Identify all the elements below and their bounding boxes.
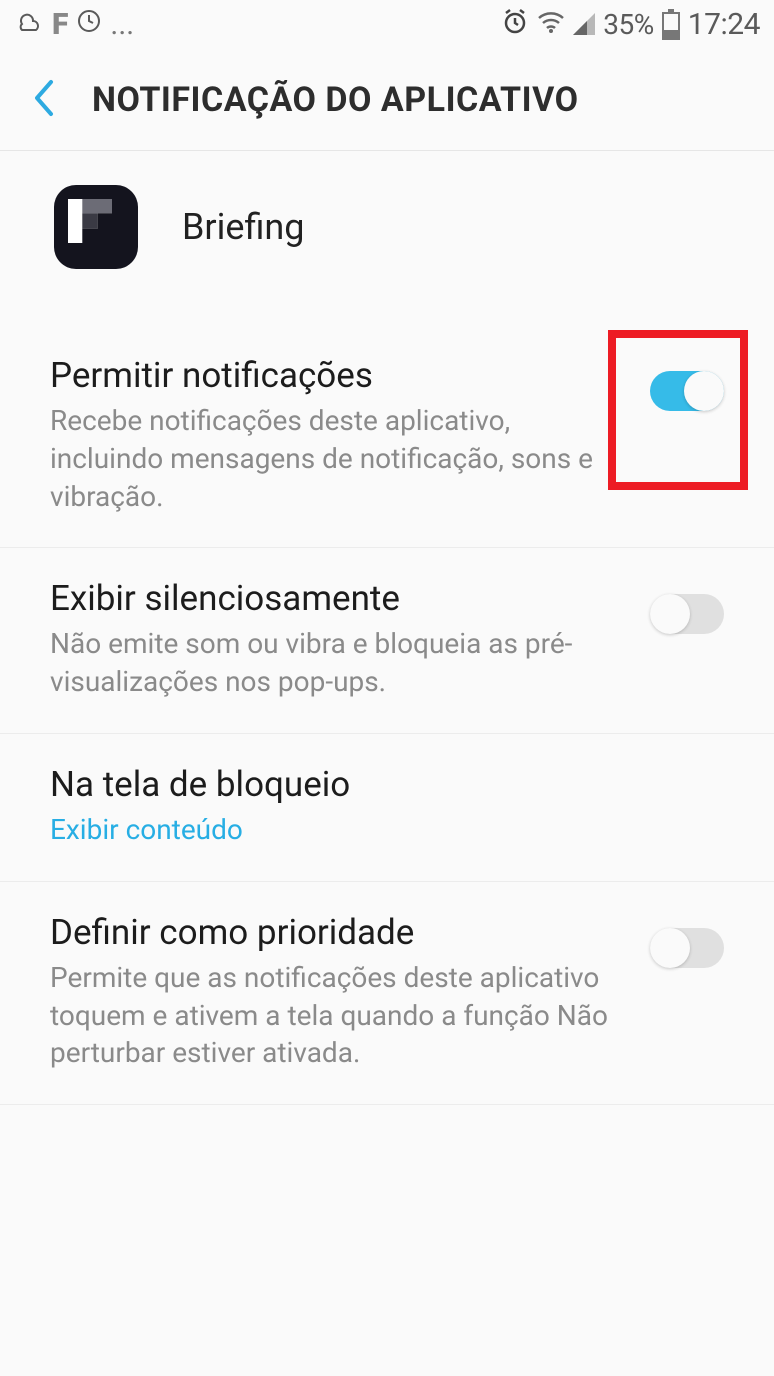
weather-icon bbox=[14, 8, 44, 41]
status-right: 35% 17:24 bbox=[501, 7, 760, 42]
item-priority[interactable]: Definir como prioridade Permite que as n… bbox=[0, 882, 774, 1105]
flipboard-icon: F bbox=[52, 7, 68, 42]
toggle-show-silently[interactable] bbox=[650, 594, 724, 634]
status-bar: F ... 35% 17:24 bbox=[0, 0, 774, 48]
toggle-allow-notifications[interactable] bbox=[650, 371, 724, 411]
page-title: NOTIFICAÇÃO DO APLICATIVO bbox=[92, 80, 579, 120]
item-desc: Não emite som ou vibra e bloqueia as pré… bbox=[50, 625, 630, 701]
item-title: Definir como prioridade bbox=[50, 912, 630, 953]
item-desc: Permite que as notificações deste aplica… bbox=[50, 959, 630, 1072]
item-title: Na tela de bloqueio bbox=[50, 764, 724, 805]
item-desc: Recebe notificações deste aplicativo, in… bbox=[50, 402, 630, 515]
battery-percent: 35% bbox=[603, 8, 653, 41]
battery-icon bbox=[662, 12, 680, 40]
app-row: Briefing bbox=[0, 151, 774, 303]
item-lock-screen[interactable]: Na tela de bloqueio Exibir conteúdo bbox=[0, 734, 774, 882]
settings-list: Permitir notificações Recebe notificaçõe… bbox=[0, 303, 774, 1105]
item-title: Exibir silenciosamente bbox=[50, 578, 630, 619]
status-left: F ... bbox=[14, 7, 134, 42]
status-more: ... bbox=[110, 7, 134, 42]
back-icon[interactable] bbox=[28, 78, 58, 122]
clock-time: 17:24 bbox=[688, 7, 760, 42]
item-show-silently[interactable]: Exibir silenciosamente Não emite som ou … bbox=[0, 548, 774, 734]
app-icon bbox=[54, 185, 138, 269]
wifi-icon bbox=[537, 8, 565, 41]
item-desc: Exibir conteúdo bbox=[50, 811, 724, 849]
toggle-priority[interactable] bbox=[650, 928, 724, 968]
header: NOTIFICAÇÃO DO APLICATIVO bbox=[0, 48, 774, 151]
item-allow-notifications[interactable]: Permitir notificações Recebe notificaçõe… bbox=[0, 303, 774, 548]
signal-icon bbox=[573, 13, 595, 35]
app-name: Briefing bbox=[182, 206, 305, 248]
alarm-icon bbox=[501, 7, 529, 42]
item-title: Permitir notificações bbox=[50, 355, 630, 396]
sync-icon bbox=[76, 8, 102, 41]
